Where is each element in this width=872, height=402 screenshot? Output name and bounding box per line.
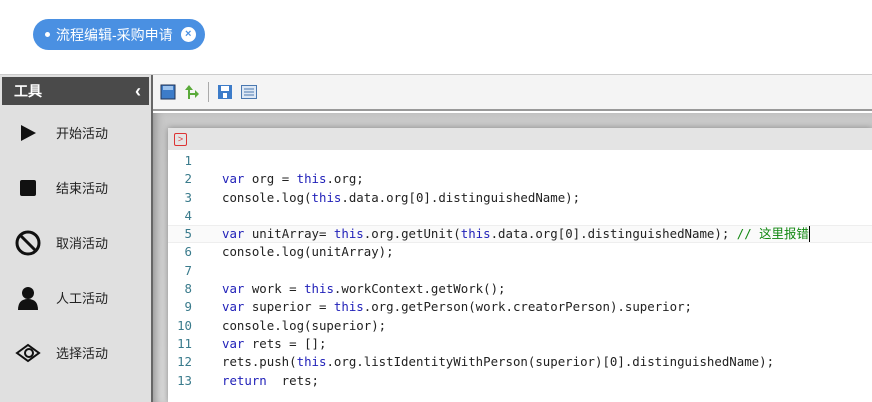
stop-icon	[0, 179, 56, 197]
code-text: org =	[244, 171, 297, 187]
tab-label: 流程编辑-采购申请	[56, 26, 173, 43]
sidebar-item-end[interactable]: 结束活动	[0, 160, 151, 215]
code-keyword: this	[311, 189, 342, 205]
code-area[interactable]: 1 2 var org = this .org; 3 console.log(this .d…	[168, 150, 872, 390]
code-line[interactable]: 1	[168, 152, 872, 170]
code-keyword: var	[222, 171, 245, 187]
code-text: .workContext.getWork();	[333, 281, 506, 297]
code-keyword: this	[296, 354, 327, 370]
line-number: 8	[184, 281, 192, 297]
sidebar-item-label: 选择活动	[56, 346, 109, 361]
toolbar-separator	[208, 82, 209, 102]
tab-dot-icon	[45, 32, 50, 37]
sidebar-title: 工具	[14, 83, 42, 99]
code-text: .data.org[0].distinguishedName);	[341, 189, 581, 205]
code-text: .org.getPerson(work.creatorPerson).super…	[363, 299, 692, 315]
code-line[interactable]: 2 var org = this .org;	[168, 170, 872, 188]
script-editor[interactable]: > 1 2 var org = this .org; 3 console.log(this…	[168, 128, 872, 402]
properties-icon[interactable]	[241, 84, 257, 100]
line-number: 4	[184, 207, 192, 223]
code-keyword: var	[222, 335, 245, 351]
save-icon[interactable]	[160, 84, 176, 100]
code-line[interactable]: 8 var work = this .workContext.getWork();	[168, 280, 872, 298]
code-line[interactable]: 3 console.log(this .data.org[0].distinguis…	[168, 189, 872, 207]
code-line[interactable]: 6 console.log(unitArray);	[168, 243, 872, 261]
toolbar	[153, 75, 872, 111]
code-text: .org.getUnit(	[363, 226, 461, 242]
line-number: 12	[177, 354, 192, 370]
code-keyword: return	[222, 372, 267, 388]
code-keyword: var	[222, 226, 245, 242]
tools-sidebar: 工具 ‹ 开始活动 结束活动 取消活动 人工活动 选择活动	[0, 75, 153, 402]
code-text: work =	[244, 281, 305, 297]
code-line[interactable]: 12 rets.push(this .org.listIdentityWithPer…	[168, 353, 872, 371]
code-text: rets = [];	[244, 335, 327, 351]
line-number: 3	[184, 189, 192, 205]
sidebar-item-label: 取消活动	[56, 236, 109, 251]
code-text: console.log(unitArray);	[222, 244, 394, 260]
code-text: unitArray=	[244, 226, 334, 242]
choice-icon	[0, 343, 56, 363]
line-number: 7	[184, 262, 192, 278]
process-edit-tab[interactable]: 流程编辑-采购申请 ×	[33, 19, 205, 50]
code-line[interactable]: 11 var rets = [];	[168, 335, 872, 353]
code-keyword: this	[460, 226, 491, 242]
code-text: rets.push(	[222, 354, 297, 370]
sidebar-item-label: 人工活动	[56, 291, 109, 306]
expand-icon[interactable]: >	[174, 133, 187, 146]
code-line[interactable]: 9 var superior = this .org.getPerson(work.…	[168, 298, 872, 316]
line-number: 2	[184, 171, 192, 187]
line-number: 6	[184, 244, 192, 260]
code-text: .org;	[326, 171, 364, 187]
code-line[interactable]: 10 console.log(superior);	[168, 317, 872, 335]
code-text: console.log(superior);	[222, 317, 387, 333]
code-text: superior =	[244, 299, 334, 315]
code-line[interactable]: 13 return rets;	[168, 372, 872, 390]
chevron-left-icon[interactable]: ‹	[135, 81, 141, 102]
code-keyword: var	[222, 281, 245, 297]
save-as-icon[interactable]	[217, 84, 233, 100]
close-circle-icon[interactable]: ×	[180, 27, 196, 42]
code-line[interactable]: 4	[168, 207, 872, 225]
text-cursor	[808, 226, 810, 243]
sidebar-item-start[interactable]: 开始活动	[0, 105, 151, 160]
code-keyword: this	[333, 299, 364, 315]
code-text: console.log(	[222, 189, 312, 205]
code-line[interactable]: 7	[168, 262, 872, 280]
play-icon	[0, 124, 56, 142]
code-keyword: this	[333, 226, 364, 242]
sidebar-header: 工具 ‹	[2, 77, 149, 105]
code-text: rets;	[266, 372, 319, 388]
line-number: 10	[177, 317, 192, 333]
code-keyword: this	[296, 171, 327, 187]
code-keyword: var	[222, 299, 245, 315]
sidebar-item-label: 结束活动	[56, 181, 109, 196]
code-keyword: this	[304, 281, 334, 297]
line-number: 13	[177, 372, 192, 388]
editor-header: >	[168, 128, 872, 150]
sidebar-item-choice[interactable]: 选择活动	[0, 325, 151, 380]
sidebar-item-manual[interactable]: 人工活动	[0, 270, 151, 325]
line-number: 11	[177, 335, 192, 351]
sidebar-item-cancel[interactable]: 取消活动	[0, 215, 151, 270]
code-text: .org.listIdentityWithPerson(superior)[0]…	[326, 354, 775, 370]
line-number: 9	[184, 299, 192, 315]
code-line[interactable]: 5 var unitArray= this .org.getUnit(this .da…	[168, 225, 872, 244]
line-number: 5	[184, 226, 192, 242]
publish-icon[interactable]	[184, 84, 200, 100]
code-comment: // 这里报错	[736, 226, 809, 242]
ban-icon	[0, 230, 56, 256]
sidebar-item-label: 开始活动	[56, 126, 109, 141]
line-number: 1	[184, 153, 192, 168]
person-icon	[0, 286, 56, 310]
code-text: .data.org[0].distinguishedName);	[490, 226, 737, 242]
